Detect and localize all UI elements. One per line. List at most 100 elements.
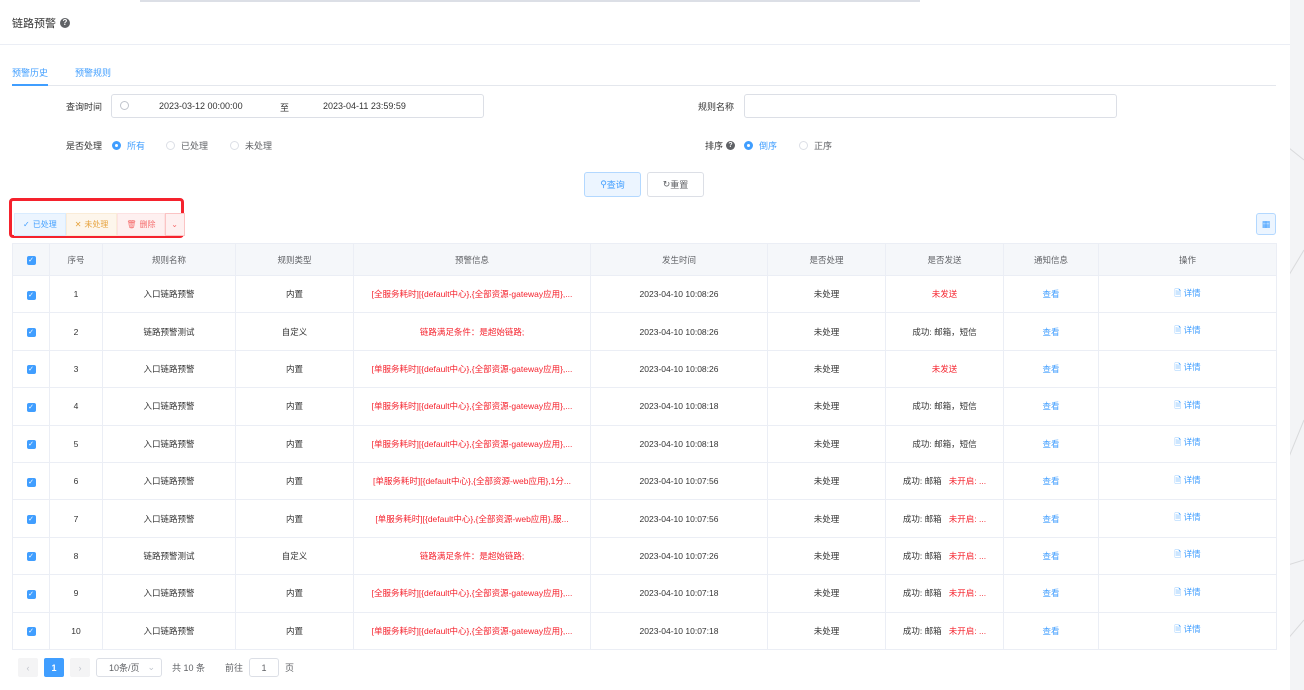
cell-notify: 查看 bbox=[1003, 499, 1099, 538]
detail-link[interactable]: 🗎 详情 bbox=[1174, 587, 1200, 597]
delete-button[interactable]: 🗑 删除 bbox=[117, 213, 165, 236]
detail-link[interactable]: 🗎 详情 bbox=[1174, 288, 1200, 298]
more-actions-dropdown[interactable]: ⌄ bbox=[164, 213, 185, 236]
view-notify-link[interactable]: 查看 bbox=[1042, 289, 1059, 299]
end-date[interactable]: 2023-04-11 23:59:59 bbox=[323, 101, 406, 111]
row-checkbox[interactable]: ✓ bbox=[26, 365, 36, 375]
document-icon: 🗎 bbox=[1174, 325, 1182, 336]
page-size-select[interactable]: 10条/页 ⌄ bbox=[96, 658, 162, 677]
goto-page-input[interactable]: 1 bbox=[249, 658, 280, 677]
detail-link[interactable]: 🗎 详情 bbox=[1174, 512, 1200, 522]
view-notify-link[interactable]: 查看 bbox=[1042, 551, 1059, 561]
row-checkbox-cell[interactable]: ✓ bbox=[12, 536, 50, 576]
view-notify-link[interactable]: 查看 bbox=[1042, 439, 1059, 449]
row-checkbox-cell[interactable]: ✓ bbox=[12, 274, 50, 314]
cell-sent: 未发送 bbox=[885, 274, 1004, 314]
column-header: 发生时间 bbox=[590, 243, 768, 276]
cell-no: 8 bbox=[49, 536, 103, 576]
document-icon: 🗎 bbox=[1174, 512, 1182, 523]
radio-unprocessed[interactable]: 未处理 bbox=[230, 139, 272, 152]
cell-time: 2023-04-10 10:07:56 bbox=[590, 499, 768, 538]
table-row[interactable]: ✓ 3 入口链路预警 内置 [单服务耗时][{default中心},{全部资源-gate… bbox=[12, 349, 1277, 389]
table-row[interactable]: ✓ 10 入口链路预警 内置 [单服务耗时][{default中心},{全部资源-gat… bbox=[12, 611, 1277, 650]
row-checkbox-cell[interactable]: ✓ bbox=[12, 312, 50, 351]
view-notify-link[interactable]: 查看 bbox=[1042, 514, 1059, 524]
tab-alert-rules[interactable]: 预警规则 bbox=[75, 66, 111, 86]
cell-sent: 未发送 bbox=[885, 349, 1004, 389]
pagination: ‹ 1 › 10条/页 ⌄ 共 10 条 前往 1 页 bbox=[18, 658, 294, 677]
rule-name-input[interactable] bbox=[744, 94, 1117, 118]
row-checkbox-cell[interactable]: ✓ bbox=[12, 574, 50, 613]
radio-sort-asc[interactable]: 正序 bbox=[799, 139, 832, 152]
table-header-row: ✓ 序号 规则名称 规则类型 预警信息 发生时间 是否处理 是否发送 通知信息 … bbox=[12, 243, 1277, 276]
table-row[interactable]: ✓ 8 链路预警测试 自定义 链路满足条件：是超始链路; 2023-04-10 10:07… bbox=[12, 536, 1277, 576]
detail-link[interactable]: 🗎 详情 bbox=[1174, 549, 1200, 559]
table-row[interactable]: ✓ 7 入口链路预警 内置 [单服务耗时][{default中心},{全部资源-web应… bbox=[12, 499, 1277, 538]
radio-dot bbox=[166, 141, 175, 150]
question-icon[interactable]: ? bbox=[60, 18, 70, 28]
view-notify-link[interactable]: 查看 bbox=[1042, 476, 1059, 486]
row-checkbox[interactable]: ✓ bbox=[26, 552, 36, 562]
row-checkbox[interactable]: ✓ bbox=[26, 328, 36, 338]
detail-link[interactable]: 🗎 详情 bbox=[1174, 437, 1200, 447]
view-notify-link[interactable]: 查看 bbox=[1042, 327, 1059, 337]
view-notify-link[interactable]: 查看 bbox=[1042, 364, 1059, 374]
prev-page-button[interactable]: ‹ bbox=[18, 658, 38, 677]
cell-rule-name: 入口链路预警 bbox=[102, 499, 236, 538]
select-all-cell[interactable]: ✓ bbox=[12, 243, 50, 276]
page-number-current[interactable]: 1 bbox=[44, 658, 64, 677]
table-row[interactable]: ✓ 2 链路预警测试 自定义 链路满足条件：是超始链路; 2023-04-10 10:08… bbox=[12, 312, 1277, 351]
row-checkbox[interactable]: ✓ bbox=[26, 589, 36, 599]
row-checkbox-cell[interactable]: ✓ bbox=[12, 424, 50, 463]
detail-link[interactable]: 🗎 详情 bbox=[1174, 475, 1200, 485]
start-date[interactable]: 2023-03-12 00:00:00 bbox=[159, 101, 243, 111]
view-notify-link[interactable]: 查看 bbox=[1042, 588, 1059, 598]
radio-dot bbox=[744, 141, 753, 150]
question-icon[interactable]: ? bbox=[726, 141, 736, 150]
query-button[interactable]: ⚲ 查询 bbox=[584, 172, 641, 197]
row-checkbox[interactable]: ✓ bbox=[26, 477, 36, 487]
row-checkbox[interactable]: ✓ bbox=[26, 627, 36, 637]
column-settings-button[interactable]: ▦ bbox=[1256, 213, 1276, 235]
table-row[interactable]: ✓ 9 入口链路预警 内置 [全服务耗时][{default中心},{全部资源-gate… bbox=[12, 574, 1277, 613]
row-checkbox-cell[interactable]: ✓ bbox=[12, 611, 50, 650]
close-icon: ✕ bbox=[74, 220, 82, 229]
row-checkbox-cell[interactable]: ✓ bbox=[12, 387, 50, 426]
detail-link[interactable]: 🗎 详情 bbox=[1174, 325, 1200, 335]
row-checkbox-cell[interactable]: ✓ bbox=[12, 461, 50, 501]
detail-link[interactable]: 🗎 详情 bbox=[1174, 400, 1200, 410]
main-panel: 链路预警 ? 预警历史 预警规则 查询时间 2023-03-12 00:00:0… bbox=[0, 0, 1290, 690]
table-row[interactable]: ✓ 4 入口链路预警 内置 [单服务耗时][{default中心},{全部资源-gate… bbox=[12, 387, 1277, 426]
radio-all[interactable]: 所有 bbox=[112, 139, 145, 152]
detail-link[interactable]: 🗎 详情 bbox=[1174, 624, 1200, 634]
date-range-picker[interactable]: 2023-03-12 00:00:00 至 2023-04-11 23:59:5… bbox=[111, 94, 484, 118]
table-row[interactable]: ✓ 1 入口链路预警 内置 [全服务耗时][{default中心},{全部资源-gate… bbox=[12, 274, 1277, 314]
cell-notify: 查看 bbox=[1003, 574, 1099, 613]
cell-time: 2023-04-10 10:08:18 bbox=[590, 424, 768, 463]
next-page-button[interactable]: › bbox=[70, 658, 90, 677]
row-checkbox[interactable]: ✓ bbox=[26, 402, 36, 412]
detail-link[interactable]: 🗎 详情 bbox=[1174, 362, 1200, 372]
row-checkbox[interactable]: ✓ bbox=[26, 440, 36, 450]
mark-processed-button[interactable]: ✓ 已处理 bbox=[14, 213, 66, 236]
mark-unprocessed-button[interactable]: ✕ 未处理 bbox=[65, 213, 118, 236]
radio-processed[interactable]: 已处理 bbox=[166, 139, 208, 152]
cell-time: 2023-04-10 10:07:18 bbox=[590, 611, 768, 650]
tab-alert-history[interactable]: 预警历史 bbox=[12, 66, 49, 86]
row-checkbox-cell[interactable]: ✓ bbox=[12, 499, 50, 538]
cell-time: 2023-04-10 10:07:18 bbox=[590, 574, 768, 613]
row-checkbox[interactable]: ✓ bbox=[26, 290, 36, 300]
top-border bbox=[140, 0, 920, 2]
row-checkbox-cell[interactable]: ✓ bbox=[12, 349, 50, 389]
radio-sort-desc[interactable]: 倒序 bbox=[744, 139, 777, 152]
sent-status: 成功: 邮箱，短信 bbox=[912, 326, 977, 337]
view-notify-link[interactable]: 查看 bbox=[1042, 626, 1059, 636]
table-row[interactable]: ✓ 5 入口链路预警 内置 [单服务耗时][{default中心},{全部资源-gate… bbox=[12, 424, 1277, 463]
bulk-action-group: ✓ 已处理 ✕ 未处理 🗑 删除 ⌄ bbox=[14, 213, 185, 236]
view-notify-link[interactable]: 查看 bbox=[1042, 401, 1059, 411]
row-checkbox[interactable]: ✓ bbox=[26, 515, 36, 525]
select-all-checkbox[interactable]: ✓ bbox=[26, 256, 36, 265]
column-header: 是否处理 bbox=[767, 243, 886, 276]
reset-button[interactable]: ↻ 重置 bbox=[647, 172, 704, 197]
table-row[interactable]: ✓ 6 入口链路预警 内置 [单服务耗时][{default中心},{全部资源-web应… bbox=[12, 461, 1277, 501]
